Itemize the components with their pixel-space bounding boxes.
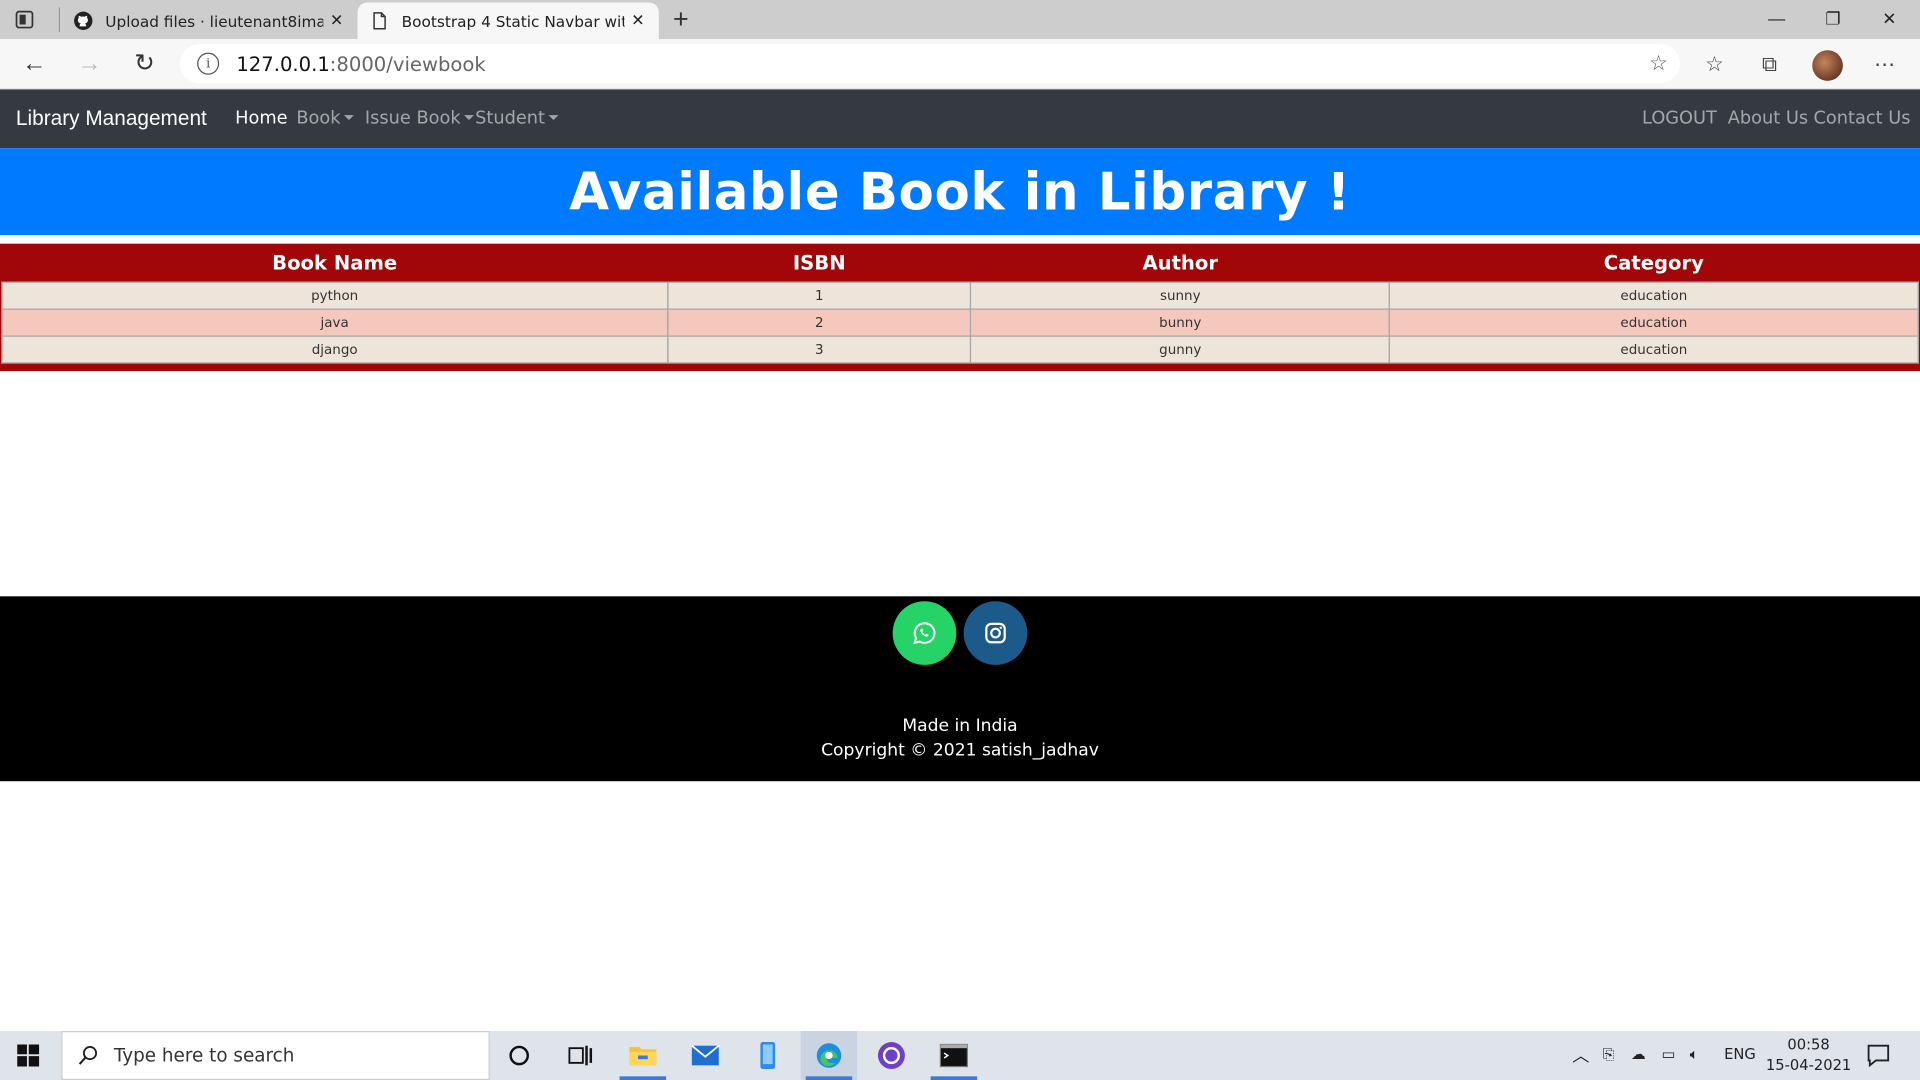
- whatsapp-button[interactable]: [892, 601, 957, 665]
- cortana-icon[interactable]: [491, 1031, 547, 1080]
- terminal-icon[interactable]: [926, 1031, 982, 1080]
- reload-icon[interactable]: ↻: [129, 49, 161, 78]
- column-header-category: Category: [1603, 250, 1704, 274]
- onedrive-icon[interactable]: ☁: [1631, 1046, 1646, 1063]
- cell-book-name: java: [1, 307, 669, 337]
- nav-home[interactable]: Home: [235, 109, 287, 129]
- table-row: java 2 bunny education: [1, 307, 1919, 337]
- windows-start-icon[interactable]: [17, 1044, 40, 1072]
- address-bar: ← → ↻ i 127.0.0.1:8000/viewbook ☆ ☆ ⧉ ⋯: [0, 39, 1920, 90]
- chevron-down-icon: [464, 115, 475, 121]
- whatsapp-icon: [913, 622, 936, 645]
- nav-book-dropdown[interactable]: Book: [296, 109, 354, 129]
- show-hidden-icons[interactable]: ︿: [1572, 1043, 1589, 1067]
- restore-icon[interactable]: ❐: [1805, 5, 1861, 32]
- taskbar-clock[interactable]: 00:58 15-04-2021: [1763, 1035, 1854, 1077]
- nav-logout[interactable]: LOGOUT: [1642, 109, 1717, 129]
- table-header-row: Book Name ISBN Author Category: [2, 244, 1918, 282]
- battery-icon[interactable]: ▭: [1662, 1046, 1676, 1063]
- mail-icon[interactable]: [677, 1031, 733, 1080]
- column-header-author: Author: [1142, 250, 1219, 274]
- site-info-icon[interactable]: i: [197, 52, 220, 75]
- instagram-button[interactable]: [963, 601, 1028, 665]
- cell-category: education: [1388, 281, 1919, 310]
- table-row: django 3 gunny education: [1, 334, 1919, 364]
- browser-tab-bar: Upload files · lieutenant8ima/tac ✕ Boot…: [0, 0, 1920, 40]
- more-options-icon[interactable]: ⋯: [1870, 50, 1899, 79]
- active-indicator: [619, 1076, 667, 1080]
- active-indicator: [930, 1076, 978, 1080]
- back-icon[interactable]: ←: [18, 49, 50, 78]
- nav-student-dropdown[interactable]: Student: [475, 109, 559, 129]
- profile-avatar[interactable]: [1812, 50, 1843, 81]
- table-row: python 1 sunny education: [1, 281, 1919, 310]
- nav-about-us[interactable]: About Us: [1728, 109, 1808, 129]
- cell-category: education: [1388, 334, 1919, 364]
- cell-isbn: 3: [666, 334, 972, 364]
- usb-device-icon[interactable]: ⎘: [1603, 1046, 1615, 1064]
- page-footer: Made in India Copyright © 2021 satish_ja…: [0, 596, 1920, 782]
- navbar-brand[interactable]: Library Management: [16, 107, 207, 131]
- chevron-down-icon: [548, 115, 559, 121]
- cell-isbn: 2: [666, 307, 972, 337]
- forward-icon[interactable]: →: [73, 49, 105, 78]
- tab-divider: [58, 7, 61, 32]
- tab-actions-icon[interactable]: [12, 7, 36, 31]
- app-navbar: Library Management Home Book Issue Book …: [0, 89, 1920, 149]
- search-icon: [78, 1046, 98, 1065]
- cell-book-name: django: [1, 334, 669, 364]
- volume-icon[interactable]: 🔈︎: [1690, 1046, 1699, 1064]
- new-tab-button[interactable]: +: [666, 4, 695, 34]
- instagram-icon: [985, 622, 1006, 644]
- collections-icon[interactable]: ⧉: [1755, 50, 1784, 79]
- github-desktop-icon[interactable]: [863, 1031, 919, 1080]
- books-table-container: Book Name ISBN Author Category python 1 …: [0, 243, 1920, 372]
- nav-issue-book-dropdown[interactable]: Issue Book: [365, 109, 475, 129]
- tab-bootstrap-navbar[interactable]: Bootstrap 4 Static Navbar with D ✕: [357, 2, 659, 40]
- clock-date: 15-04-2021: [1765, 1056, 1852, 1074]
- cell-author: gunny: [970, 334, 1391, 364]
- footer-copyright: Copyright © 2021 satish_jadhav: [821, 740, 1099, 761]
- tab-title: Upload files · lieutenant8ima/tac: [105, 11, 323, 31]
- page-banner: Available Book in Library !: [0, 148, 1920, 236]
- tab-title: Bootstrap 4 Static Navbar with D: [401, 11, 625, 31]
- taskbar-search-field[interactable]: Type here to search: [61, 1031, 490, 1080]
- task-view-icon[interactable]: [552, 1031, 608, 1080]
- language-indicator[interactable]: ENG: [1724, 1046, 1756, 1063]
- phone-icon[interactable]: [740, 1031, 796, 1080]
- chevron-down-icon: [344, 115, 354, 121]
- column-header-isbn: ISBN: [792, 250, 846, 274]
- document-icon: [373, 12, 386, 30]
- edge-icon[interactable]: [800, 1031, 858, 1080]
- windows-taskbar: Type here to search ︿ ⎘ ☁ ▭ 🔈︎ ENG 00:58…: [0, 1031, 1920, 1080]
- url-field[interactable]: i 127.0.0.1:8000/viewbook ☆: [180, 44, 1681, 84]
- add-favorite-icon[interactable]: ☆: [1649, 51, 1668, 75]
- window-close-icon[interactable]: ✕: [1861, 5, 1917, 32]
- url-text: 127.0.0.1:8000/viewbook: [236, 52, 486, 76]
- column-header-book-name: Book Name: [272, 250, 398, 274]
- cell-book-name: python: [1, 281, 669, 310]
- github-icon: [74, 11, 93, 31]
- file-explorer-icon[interactable]: [615, 1031, 671, 1080]
- tab-upload-files[interactable]: Upload files · lieutenant8ima/tac ✕: [61, 2, 357, 39]
- tab-close-icon[interactable]: ✕: [624, 12, 651, 30]
- active-indicator: [805, 1076, 853, 1080]
- books-table: Book Name ISBN Author Category python 1 …: [1, 244, 1919, 364]
- favorites-icon[interactable]: ☆: [1700, 50, 1729, 79]
- cell-author: sunny: [970, 281, 1391, 310]
- page-title: Available Book in Library !: [569, 161, 1351, 222]
- cell-category: education: [1388, 307, 1919, 337]
- clock-time: 00:58: [1787, 1035, 1830, 1054]
- notifications-icon[interactable]: [1865, 1042, 1892, 1075]
- search-placeholder: Type here to search: [113, 1044, 295, 1067]
- cell-isbn: 1: [666, 281, 972, 310]
- tab-close-icon[interactable]: ✕: [323, 12, 350, 30]
- minimize-icon[interactable]: —: [1749, 5, 1805, 32]
- cell-author: bunny: [970, 307, 1391, 337]
- footer-made-in: Made in India: [902, 716, 1018, 736]
- nav-contact-us[interactable]: Contact Us: [1813, 109, 1910, 129]
